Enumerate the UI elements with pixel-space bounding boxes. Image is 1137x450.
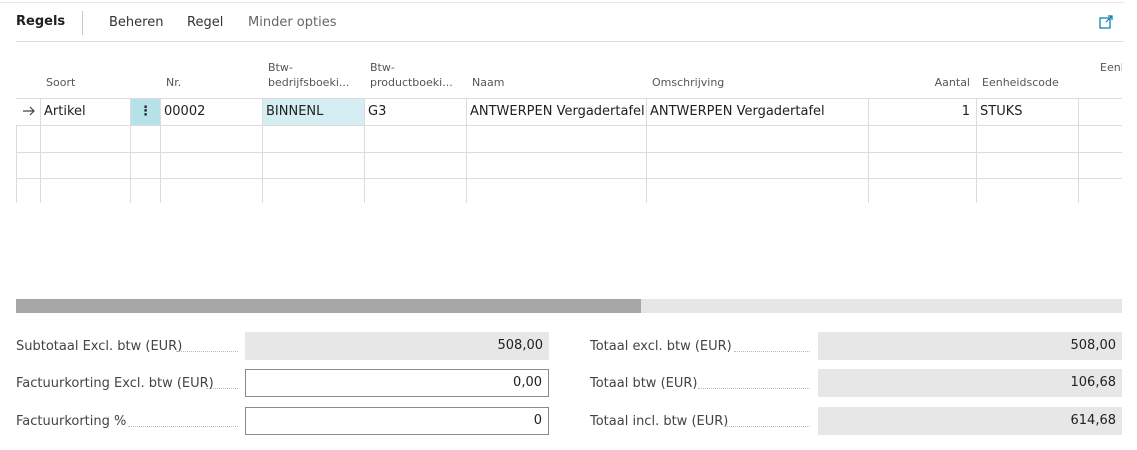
cell-empty[interactable]: [262, 152, 364, 178]
invoice-discount-label: Factuurkorting Excl. btw (EUR): [16, 376, 214, 391]
cell-empty[interactable]: [868, 178, 976, 203]
leader-dots: [698, 388, 810, 389]
column-header-nr[interactable]: Nr.: [160, 52, 262, 98]
cell-btw-product[interactable]: G3: [364, 99, 466, 125]
table-row[interactable]: [16, 178, 1122, 203]
cell-eenheidscode[interactable]: STUKS: [976, 99, 1078, 125]
total-excl-value: 508,00: [818, 332, 1122, 360]
cell-empty: [130, 126, 160, 152]
cell-empty[interactable]: [646, 126, 868, 152]
toolbar-separator: [82, 11, 83, 35]
leader-dots: [724, 426, 810, 427]
cell-empty[interactable]: [976, 178, 1078, 203]
column-header-btw-product[interactable]: Btw- productboeki...: [364, 52, 466, 98]
cell-empty: [16, 178, 40, 203]
toolbar-divider: [16, 41, 1124, 42]
cell-empty[interactable]: [40, 152, 130, 178]
leader-dots: [206, 388, 238, 389]
cell-nr[interactable]: 00002: [160, 99, 262, 125]
invoice-discount-input[interactable]: 0,00: [245, 369, 549, 397]
leader-dots: [176, 351, 238, 352]
cell-empty[interactable]: [1078, 126, 1122, 152]
cell-empty[interactable]: [364, 126, 466, 152]
cell-empty: [16, 152, 40, 178]
cell-empty[interactable]: [40, 178, 130, 203]
cell-empty[interactable]: [262, 178, 364, 203]
manage-button[interactable]: Beheren: [109, 15, 163, 30]
lines-title: Regels: [16, 14, 66, 29]
cell-empty[interactable]: [364, 178, 466, 203]
line-button[interactable]: Regel: [187, 15, 223, 30]
cell-empty[interactable]: [40, 126, 130, 152]
column-header-aantal[interactable]: Aantal: [868, 52, 976, 98]
current-row-arrow-icon: [23, 106, 35, 116]
table-row[interactable]: [16, 126, 1122, 153]
expand-icon[interactable]: [1099, 15, 1113, 29]
cell-empty[interactable]: [976, 126, 1078, 152]
fewer-options-button[interactable]: Minder opties: [248, 15, 336, 30]
cell-soort[interactable]: Artikel: [40, 99, 130, 125]
cell-empty: [130, 178, 160, 203]
column-header-omschrijving[interactable]: Omschrijving: [646, 52, 868, 98]
cell-empty[interactable]: [364, 152, 466, 178]
table-row[interactable]: [16, 152, 1122, 179]
cell-empty: [16, 126, 40, 152]
total-incl-value: 614,68: [818, 407, 1122, 435]
cell-empty[interactable]: [646, 178, 868, 203]
cell-omschrijving[interactable]: ANTWERPEN Vergadertafel: [646, 99, 868, 125]
leader-dots: [734, 351, 810, 352]
cell-empty[interactable]: [160, 178, 262, 203]
subtotal-excl-label: Subtotaal Excl. btw (EUR): [16, 339, 183, 354]
total-vat-value: 106,68: [818, 369, 1122, 397]
column-header-naam[interactable]: Naam: [466, 52, 646, 98]
cell-aantal[interactable]: 1: [868, 99, 976, 125]
cell-empty[interactable]: [868, 152, 976, 178]
cell-empty[interactable]: [262, 126, 364, 152]
cell-empty[interactable]: [466, 126, 646, 152]
cell-eenh[interactable]: [1078, 99, 1122, 125]
cell-naam[interactable]: ANTWERPEN Vergadertafel: [466, 99, 646, 125]
column-header-btw-bedrijf[interactable]: Btw- bedrijfsboeki...: [262, 52, 364, 98]
invoice-discount-pct-input[interactable]: 0: [245, 407, 549, 435]
column-header-soort[interactable]: Soort: [40, 52, 130, 98]
subtotal-excl-value: 508,00: [245, 332, 549, 360]
horizontal-scrollbar-thumb[interactable]: [16, 299, 641, 313]
cell-empty[interactable]: [868, 126, 976, 152]
total-incl-label: Totaal incl. btw (EUR): [590, 414, 729, 429]
row-actions-button[interactable]: ⋮: [130, 99, 160, 125]
cell-empty[interactable]: [1078, 178, 1122, 203]
leader-dots: [128, 426, 238, 427]
column-header-eenheidscode[interactable]: Eenheidscode: [976, 52, 1078, 98]
total-excl-label: Totaal excl. btw (EUR): [590, 339, 732, 354]
cell-empty[interactable]: [976, 152, 1078, 178]
cell-empty[interactable]: [466, 178, 646, 203]
cell-empty: [130, 152, 160, 178]
cell-empty[interactable]: [160, 152, 262, 178]
column-header-eenh-cut[interactable]: Eenl: [1078, 52, 1122, 98]
cell-btw-bedrijf[interactable]: BINNENL: [262, 99, 364, 125]
lines-grid: Soort Nr. Btw- bedrijfsboeki... Btw- pro…: [16, 52, 1122, 203]
cell-empty[interactable]: [1078, 152, 1122, 178]
top-divider: [0, 2, 1124, 3]
table-row[interactable]: Artikel ⋮ 00002 BINNENL G3 ANTWERPEN Ver…: [16, 99, 1122, 126]
invoice-discount-pct-label: Factuurkorting %: [16, 414, 127, 429]
cell-empty[interactable]: [646, 152, 868, 178]
total-vat-label: Totaal btw (EUR): [590, 376, 698, 391]
cell-empty[interactable]: [160, 126, 262, 152]
cell-empty[interactable]: [466, 152, 646, 178]
